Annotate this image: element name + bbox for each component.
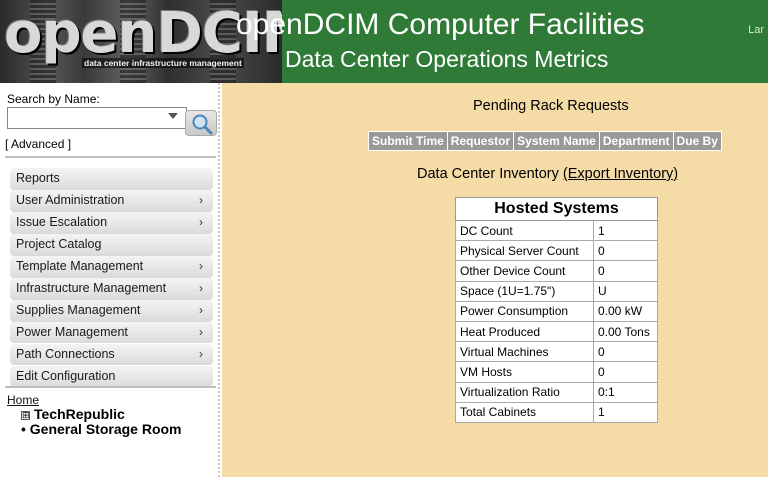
chevron-right-icon: ›	[199, 346, 203, 361]
column-header-submit-time[interactable]: Submit Time	[369, 132, 447, 150]
hosted-systems-title: Hosted Systems	[455, 197, 658, 221]
table-row: DC Count 1	[455, 219, 658, 242]
row-value: 0	[593, 341, 658, 363]
menu-item-supplies-management[interactable]: Supplies Management ›	[10, 299, 213, 322]
export-inventory-link[interactable]: (Export Inventory)	[563, 166, 678, 182]
chevron-right-icon: ›	[199, 214, 203, 229]
row-label: Virtualization Ratio	[455, 381, 594, 403]
search-icon	[192, 114, 213, 135]
column-header-system-name[interactable]: System Name	[514, 132, 599, 150]
chevron-right-icon: ›	[199, 302, 203, 317]
tree-home-link[interactable]: Home	[7, 393, 182, 407]
site-title: openDCIM Computer Facilities	[236, 8, 645, 41]
chevron-right-icon: ›	[199, 258, 203, 273]
row-label: Heat Produced	[455, 320, 594, 343]
row-label: Virtual Machines	[455, 341, 594, 363]
row-label: Other Device Count	[455, 260, 594, 282]
row-value: 0	[593, 260, 658, 282]
row-label: Total Cabinets	[455, 401, 594, 423]
divider	[5, 156, 216, 158]
table-row: Space (1U=1.75") U	[455, 280, 658, 302]
table-row: Physical Server Count 0	[455, 240, 658, 262]
row-value: U	[593, 280, 658, 302]
hosted-systems-table: Hosted Systems DC Count 1 Physical Server…	[455, 197, 658, 423]
menu-item-reports[interactable]: Reports	[10, 168, 213, 190]
inventory-label: Data Center Inventory	[417, 166, 559, 182]
chevron-right-icon: ›	[199, 192, 203, 207]
row-value: 1	[593, 219, 658, 242]
row-value: 0	[593, 361, 658, 383]
expand-icon[interactable]: ⊞	[21, 411, 30, 420]
sidebar: Search by Name: [ Advanced ] Reports Use…	[0, 83, 220, 477]
menu-item-edit-configuration[interactable]: Edit Configuration	[10, 365, 213, 388]
menu-item-power-management[interactable]: Power Management ›	[10, 321, 213, 344]
row-value: 0.00 kW	[593, 300, 658, 322]
row-label: Power Consumption	[455, 300, 594, 322]
chevron-right-icon: ›	[199, 324, 203, 339]
table-row: Virtualization Ratio 0:1	[455, 381, 658, 403]
rack-requests-table: Submit Time Requestor System Name Depart…	[368, 131, 722, 151]
row-label: Space (1U=1.75")	[455, 280, 594, 302]
main-menu: Reports User Administration › Issue Escal…	[10, 168, 213, 388]
column-header-department[interactable]: Department	[599, 132, 673, 150]
menu-item-user-administration[interactable]: User Administration ›	[10, 189, 213, 212]
table-row: Power Consumption 0.00 kW	[455, 300, 658, 322]
row-label: DC Count	[455, 219, 594, 242]
pending-requests-title: Pending Rack Requests	[473, 98, 629, 114]
inventory-heading: Data Center Inventory (Export Inventory)	[417, 166, 678, 182]
table-row: Total Cabinets 1	[455, 401, 658, 423]
search-button[interactable]	[185, 110, 217, 136]
menu-item-template-management[interactable]: Template Management ›	[10, 255, 213, 278]
menu-item-project-catalog[interactable]: Project Catalog	[10, 233, 213, 256]
table-row: VM Hosts 0	[455, 361, 658, 383]
row-value: 0.00 Tons	[593, 320, 658, 343]
row-value: 1	[593, 401, 658, 423]
row-label: VM Hosts	[455, 361, 594, 383]
row-label: Physical Server Count	[455, 240, 594, 262]
page-header: openDCIM data center infrastructure mana…	[0, 0, 768, 83]
advanced-search-link[interactable]: [ Advanced ]	[5, 137, 71, 151]
location-tree: Home ⊞ TechRepublic • General Storage Roo…	[7, 393, 182, 437]
tree-node-techrepublic[interactable]: ⊞ TechRepublic	[21, 407, 182, 421]
menu-item-infrastructure-management[interactable]: Infrastructure Management ›	[10, 277, 213, 300]
site-subtitle: Data Center Operations Metrics	[285, 46, 609, 72]
logo-tagline: data center infrastructure management	[82, 58, 244, 68]
menu-item-issue-escalation[interactable]: Issue Escalation ›	[10, 211, 213, 234]
table-row: Other Device Count 0	[455, 260, 658, 282]
chevron-down-icon[interactable]	[168, 113, 178, 119]
tree-node-general-storage-room[interactable]: • General Storage Room	[21, 421, 182, 437]
table-row: Virtual Machines 0	[455, 341, 658, 363]
row-value: 0:1	[593, 381, 658, 403]
table-header-row: Submit Time Requestor System Name Depart…	[369, 132, 721, 150]
search-label: Search by Name:	[7, 92, 100, 106]
menu-item-path-connections[interactable]: Path Connections ›	[10, 343, 213, 366]
table-row: Heat Produced 0.00 Tons	[455, 320, 658, 343]
row-value: 0	[593, 240, 658, 262]
main-content: Pending Rack Requests Submit Time Reques…	[222, 83, 768, 477]
divider	[5, 386, 216, 388]
column-header-due-by[interactable]: Due By	[673, 132, 721, 150]
bullet-icon: •	[21, 421, 26, 437]
search-input[interactable]	[7, 107, 187, 129]
chevron-right-icon: ›	[199, 280, 203, 295]
header-right-text[interactable]: Lar	[748, 24, 764, 36]
column-header-requestor[interactable]: Requestor	[447, 132, 514, 150]
